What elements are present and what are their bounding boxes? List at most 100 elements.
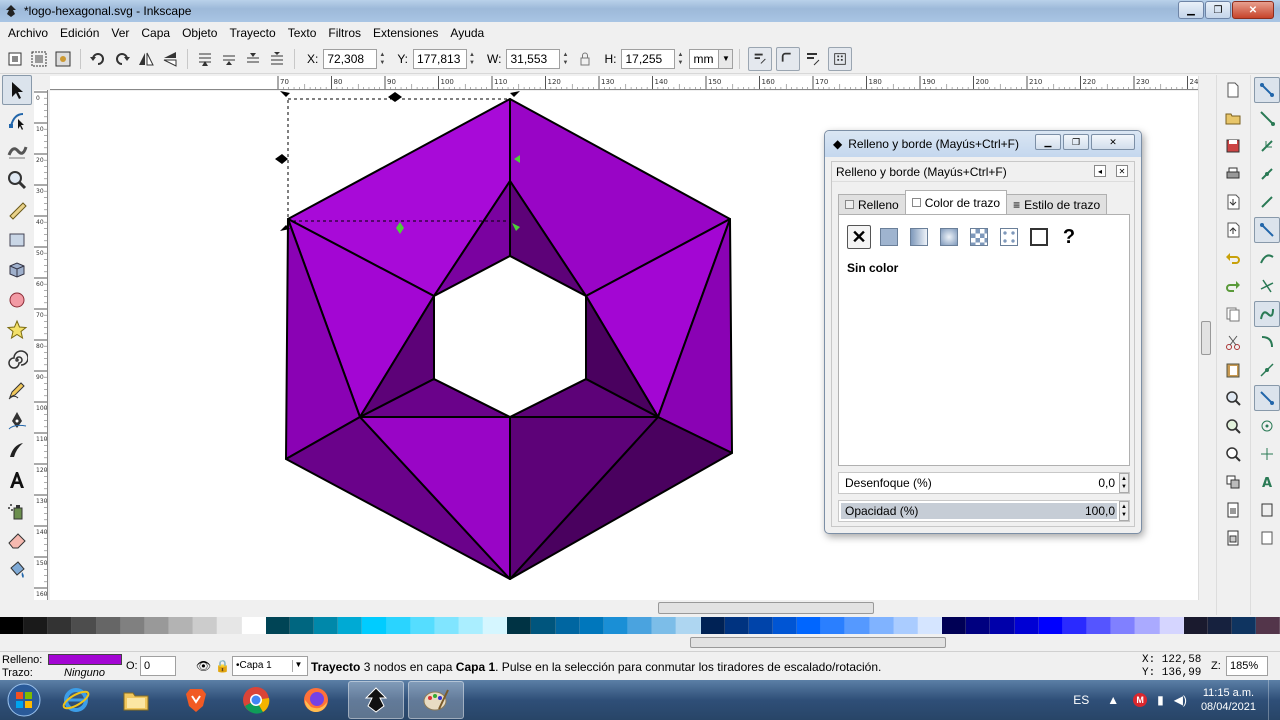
transform-patterns-toggle[interactable] — [828, 46, 853, 71]
brave-taskbar[interactable] — [168, 681, 224, 719]
paint-bucket-tool[interactable] — [2, 555, 32, 585]
palette-swatch[interactable] — [1135, 617, 1160, 634]
lower-to-bottom-button[interactable] — [266, 48, 288, 70]
tray-expand-icon[interactable]: ▲ — [1107, 693, 1119, 707]
palette-swatch[interactable] — [1014, 617, 1039, 634]
node-tool[interactable] — [2, 105, 32, 135]
clock[interactable]: 11:15 a.m. 08/04/2021 — [1201, 686, 1256, 714]
palette-swatch[interactable] — [386, 617, 411, 634]
tab-estilo-de-trazo[interactable]: ≡ Estilo de trazo — [1006, 194, 1108, 214]
palette-swatch[interactable] — [434, 617, 459, 634]
flip-vertical-button[interactable] — [159, 48, 181, 70]
dialog-restore-button[interactable]: ❐ — [1063, 134, 1089, 150]
tweak-tool[interactable] — [2, 135, 32, 165]
dialog-titlebar[interactable]: ◆ Relleno y borde (Mayús+Ctrl+F) ▁ ❐ ✕ — [825, 131, 1141, 157]
eraser-tool[interactable] — [2, 525, 32, 555]
palette-swatch[interactable] — [458, 617, 484, 634]
tab-relleno[interactable]: Relleno — [838, 194, 906, 214]
save-button[interactable] — [1220, 133, 1246, 159]
dialog-close-button[interactable]: ✕ — [1091, 134, 1135, 150]
palette-scrollbar[interactable] — [0, 634, 1280, 650]
palette-swatch[interactable] — [1183, 617, 1208, 634]
snap-cusp-nodes-toggle[interactable] — [1254, 301, 1280, 327]
x-spinner[interactable]: ▲ ▼ — [379, 49, 389, 69]
palette-swatch[interactable] — [507, 617, 532, 634]
palette-swatch[interactable] — [531, 617, 556, 634]
palette-swatch[interactable] — [724, 617, 749, 634]
box3d-tool[interactable] — [2, 255, 32, 285]
panel-collapse-icon[interactable]: ◂ — [1094, 165, 1106, 177]
paint-taskbar[interactable] — [408, 681, 464, 719]
star-tool[interactable] — [2, 315, 32, 345]
firefox-taskbar[interactable] — [288, 681, 344, 719]
snap-centers-toggle[interactable] — [1254, 413, 1280, 439]
flat-color-button[interactable] — [877, 225, 901, 249]
opacity-spinner[interactable]: ▲ ▼ — [1119, 501, 1129, 521]
stroke-indicator[interactable]: Ninguno — [64, 667, 105, 679]
scale-corners-toggle[interactable] — [776, 46, 801, 71]
menu-objeto[interactable]: Objeto — [176, 26, 223, 40]
palette-swatch[interactable] — [893, 617, 918, 634]
palette-swatch[interactable] — [603, 617, 629, 634]
palette-swatch[interactable] — [966, 617, 991, 634]
close-button[interactable]: ✕ — [1232, 1, 1274, 19]
flip-horizontal-button[interactable] — [135, 48, 157, 70]
raise-to-top-button[interactable] — [194, 48, 216, 70]
select-all-layers-button[interactable] — [28, 48, 50, 70]
palette-swatch[interactable] — [0, 617, 25, 634]
palette-swatch[interactable] — [48, 617, 73, 634]
menu-ayuda[interactable]: Ayuda — [444, 26, 490, 40]
blur-spinner[interactable]: ▲ ▼ — [1119, 473, 1129, 493]
show-desktop-button[interactable] — [1268, 680, 1280, 720]
export-button[interactable] — [1220, 217, 1246, 243]
menu-filtros[interactable]: Filtros — [322, 26, 367, 40]
x-field[interactable]: 72,308 — [323, 48, 378, 69]
rotate-cw-button[interactable] — [111, 48, 133, 70]
palette-swatch[interactable] — [652, 617, 677, 634]
menu-archivo[interactable]: Archivo — [2, 26, 54, 40]
palette-swatch[interactable] — [72, 617, 97, 634]
palette-swatch[interactable] — [24, 617, 49, 634]
eye-icon[interactable]: 👁 — [196, 659, 211, 673]
raise-button[interactable] — [218, 48, 240, 70]
palette-swatch[interactable] — [217, 617, 242, 634]
palette-swatch[interactable] — [362, 617, 387, 634]
palette-swatch[interactable] — [700, 617, 725, 634]
snap-rotation-centers-toggle[interactable] — [1254, 441, 1280, 467]
palette-swatch[interactable] — [748, 617, 773, 634]
measure-tool[interactable] — [2, 195, 32, 225]
import-button[interactable] — [1220, 189, 1246, 215]
palette-swatch[interactable] — [628, 617, 653, 634]
palette-swatch[interactable] — [1111, 617, 1136, 634]
selector-tool[interactable] — [2, 75, 32, 105]
unit-select[interactable]: mm ▼ — [689, 48, 734, 69]
scale-handle-n[interactable] — [388, 92, 402, 102]
invert-selection-button[interactable] — [52, 48, 74, 70]
palette-swatch[interactable] — [1062, 617, 1088, 634]
palette-swatch[interactable] — [555, 617, 580, 634]
lock-icon[interactable]: 🔒 — [215, 659, 230, 673]
palette-swatch[interactable] — [314, 617, 339, 634]
palette-swatch[interactable] — [1087, 617, 1112, 634]
radial-gradient-button[interactable] — [937, 225, 961, 249]
snap-intersections-toggle[interactable] — [1254, 273, 1280, 299]
palette-swatch[interactable] — [96, 617, 121, 634]
restore-button[interactable]: ❐ — [1205, 1, 1231, 19]
duplicate-button[interactable] — [1220, 469, 1246, 495]
pencil-tool[interactable] — [2, 375, 32, 405]
palette-swatch[interactable] — [144, 617, 170, 634]
palette-swatch[interactable] — [265, 617, 290, 634]
snap-paths-toggle[interactable] — [1254, 245, 1280, 271]
cut-button[interactable] — [1220, 329, 1246, 355]
opacity-status-field[interactable]: 0 — [140, 656, 176, 676]
palette-swatch[interactable] — [773, 617, 798, 634]
palette-swatch[interactable] — [241, 617, 266, 634]
linear-gradient-button[interactable] — [907, 225, 931, 249]
vertical-scroll-thumb[interactable] — [1201, 321, 1211, 355]
palette-swatch[interactable] — [1159, 617, 1184, 634]
menu-extensiones[interactable]: Extensiones — [367, 26, 444, 40]
text-tool[interactable] — [2, 465, 32, 495]
fill-indicator-swatch[interactable] — [48, 654, 122, 665]
minimize-button[interactable]: ▁ — [1178, 1, 1204, 19]
palette-swatch[interactable] — [1231, 617, 1257, 634]
